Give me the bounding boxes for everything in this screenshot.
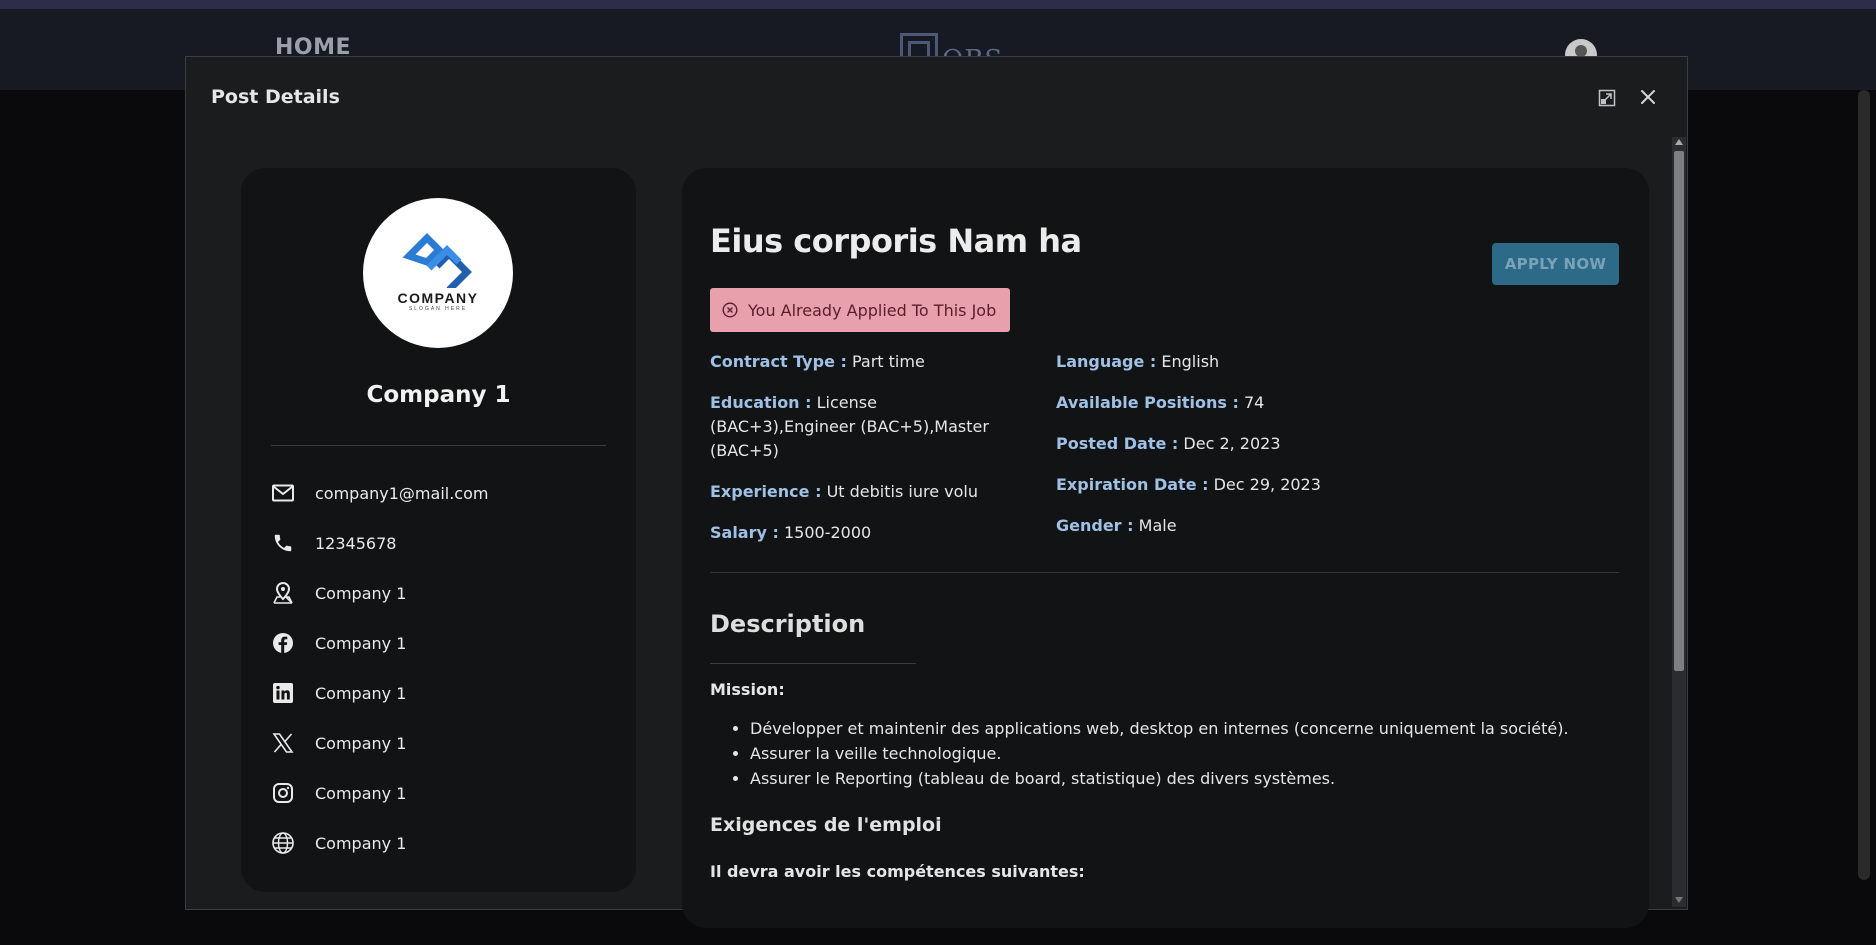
detail-language: Language : English xyxy=(1056,350,1456,374)
contact-instagram[interactable]: Company 1 xyxy=(271,768,611,818)
contact-phone-value: 12345678 xyxy=(315,533,397,553)
mission-item: Assurer le Reporting (tableau de board, … xyxy=(750,766,1650,791)
instagram-icon xyxy=(271,781,295,805)
detail-label: Language : xyxy=(1056,352,1157,371)
facebook-icon xyxy=(271,631,295,655)
contact-linkedin[interactable]: Company 1 xyxy=(271,668,611,718)
contact-linkedin-value: Company 1 xyxy=(315,683,407,703)
close-icon[interactable] xyxy=(1638,87,1658,107)
detail-value: Dec 2, 2023 xyxy=(1183,434,1281,453)
detail-value: Male xyxy=(1138,516,1177,535)
contact-list: company1@mail.com 12345678 Company 1 Com… xyxy=(271,468,611,868)
detail-label: Education : xyxy=(710,393,812,412)
requirements-subheading: Il devra avoir les compétences suivantes… xyxy=(710,862,1085,881)
already-applied-text: You Already Applied To This Job xyxy=(748,300,997,320)
detail-posted-date: Posted Date : Dec 2, 2023 xyxy=(1056,432,1456,456)
detail-value: 1500-2000 xyxy=(783,523,872,542)
scroll-down-arrow-icon[interactable] xyxy=(1675,897,1683,903)
already-applied-alert: You Already Applied To This Job xyxy=(710,288,1011,332)
detail-label: Available Positions : xyxy=(1056,393,1239,412)
detail-value: English xyxy=(1161,352,1220,371)
contact-address-value: Company 1 xyxy=(315,583,407,603)
mission-list: Développer et maintenir des applications… xyxy=(710,716,1650,791)
company-card: COMPANY SLOGAN HERE Company 1 company1@m… xyxy=(241,168,636,892)
detail-label: Salary : xyxy=(710,523,779,542)
contact-x-value: Company 1 xyxy=(315,733,407,753)
scroll-up-arrow-icon[interactable] xyxy=(1675,139,1683,145)
detail-value: Dec 29, 2023 xyxy=(1213,475,1321,494)
company-logo: COMPANY SLOGAN HERE xyxy=(363,198,513,348)
contact-instagram-value: Company 1 xyxy=(315,783,407,803)
contact-email-value: company1@mail.com xyxy=(315,483,489,503)
post-details-modal: Post Details COMPANY SLOGAN HERE Company… xyxy=(185,56,1688,928)
details-left-column: Contract Type : Part time Education : Li… xyxy=(710,350,1020,562)
contact-facebook-value: Company 1 xyxy=(315,633,407,653)
job-details-card: Eius corporis Nam ha APPLY NOW You Alrea… xyxy=(682,168,1649,928)
detail-value: Ut debitis iure volu xyxy=(826,482,978,501)
linkedin-icon xyxy=(271,681,295,705)
divider xyxy=(710,572,1619,573)
detail-expiration-date: Expiration Date : Dec 29, 2023 xyxy=(1056,473,1456,497)
description-heading: Description xyxy=(710,610,866,638)
logo-wordmark: COMPANY xyxy=(397,290,479,306)
contact-website[interactable]: Company 1 xyxy=(271,818,611,868)
scrollbar-thumb[interactable] xyxy=(1674,151,1684,671)
apply-now-button[interactable]: APPLY NOW xyxy=(1492,243,1619,285)
logo-slogan: SLOGAN HERE xyxy=(408,306,468,312)
top-accent-bar xyxy=(0,0,1876,9)
detail-label: Contract Type : xyxy=(710,352,847,371)
detail-available-positions: Available Positions : 74 xyxy=(1056,391,1456,415)
contact-x[interactable]: Company 1 xyxy=(271,718,611,768)
detail-label: Posted Date : xyxy=(1056,434,1179,453)
detail-value: Part time xyxy=(851,352,925,371)
job-title: Eius corporis Nam ha xyxy=(710,222,1082,260)
requirements-heading: Exigences de l'emploi xyxy=(710,814,942,836)
detail-value: 74 xyxy=(1244,393,1265,412)
detail-label: Gender : xyxy=(1056,516,1134,535)
x-twitter-icon xyxy=(271,731,295,755)
detail-experience: Experience : Ut debitis iure volu xyxy=(710,480,1020,504)
modal-title: Post Details xyxy=(211,86,340,108)
detail-label: Experience : xyxy=(710,482,822,501)
mission-item: Développer et maintenir des applications… xyxy=(750,716,1650,741)
detail-salary: Salary : 1500-2000 xyxy=(710,521,1020,545)
detail-label: Expiration Date : xyxy=(1056,475,1209,494)
modal-scrollbar[interactable] xyxy=(1672,137,1686,907)
divider xyxy=(271,445,606,446)
contact-website-value: Company 1 xyxy=(315,833,407,853)
company-name: Company 1 xyxy=(366,382,511,408)
description-underline xyxy=(710,663,916,664)
page-scrollbar[interactable] xyxy=(1858,90,1870,880)
detail-education: Education : License (BAC+3),Engineer (BA… xyxy=(710,391,1020,463)
globe-icon xyxy=(271,831,295,855)
details-right-column: Language : English Available Positions :… xyxy=(1056,350,1456,555)
circle-x-icon xyxy=(722,302,738,318)
contact-address[interactable]: Company 1 xyxy=(271,568,611,618)
location-pin-icon xyxy=(271,581,295,605)
mail-icon xyxy=(271,481,295,505)
expand-icon[interactable] xyxy=(1598,89,1616,107)
mission-item: Assurer la veille technologique. xyxy=(750,741,1650,766)
phone-icon xyxy=(271,531,295,555)
detail-contract-type: Contract Type : Part time xyxy=(710,350,1020,374)
contact-phone[interactable]: 12345678 xyxy=(271,518,611,568)
mission-label: Mission: xyxy=(710,680,785,699)
contact-email[interactable]: company1@mail.com xyxy=(271,468,611,518)
detail-gender: Gender : Male xyxy=(1056,514,1456,538)
company-logo-mark-icon xyxy=(402,233,472,288)
contact-facebook[interactable]: Company 1 xyxy=(271,618,611,668)
